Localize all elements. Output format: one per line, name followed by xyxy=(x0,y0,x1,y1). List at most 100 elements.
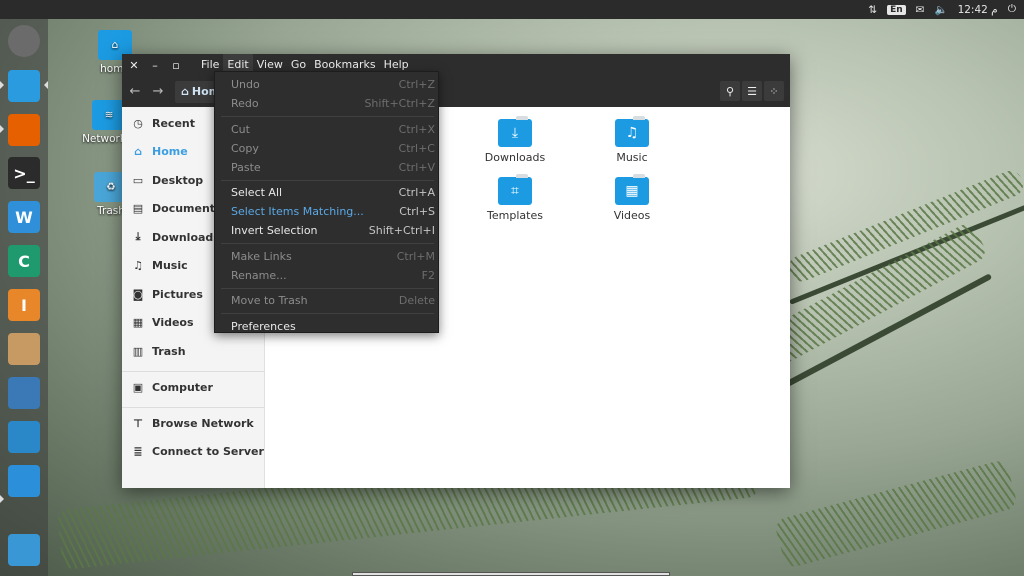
network-icon: ≋ xyxy=(92,100,126,130)
files-icon xyxy=(8,70,40,102)
bottom-panel-edge xyxy=(352,572,670,576)
menu-item-move-to-trash[interactable]: Move to Trash Delete xyxy=(215,291,440,310)
dock-item[interactable] xyxy=(6,463,42,499)
templates-folder-icon: ⌗ xyxy=(498,174,532,205)
language-indicator[interactable]: En xyxy=(887,4,906,15)
menu-item-invert-selection[interactable]: Invert Selection Shift+Ctrl+I xyxy=(215,221,440,240)
folder-item[interactable]: ♫ Music xyxy=(582,116,682,164)
folder-item[interactable]: ⤓ Downloads xyxy=(465,116,565,164)
package-installer-icon xyxy=(8,465,40,497)
menu-item-label: Undo xyxy=(231,78,260,91)
dock-running-indicator xyxy=(0,125,4,133)
sidebar-item-label: Videos xyxy=(152,316,194,329)
dock-item[interactable]: >_ xyxy=(6,155,42,191)
archive-icon xyxy=(8,333,40,365)
sidebar-item-label: Browse Network xyxy=(152,416,254,430)
power-icon[interactable]: ⏻ xyxy=(1008,3,1016,16)
folder-item[interactable]: ▦ Videos xyxy=(582,174,682,222)
sidebar-item-label: Downloads xyxy=(152,230,220,244)
menu-item-label: Select All xyxy=(231,186,283,199)
dock-item[interactable]: W xyxy=(6,199,42,235)
downloads-folder-icon: ⤓ xyxy=(498,116,532,147)
menu-item-label: Copy xyxy=(231,141,259,155)
sidebar-separator xyxy=(122,370,265,372)
menu-item-make-links[interactable]: Make Links Ctrl+M xyxy=(215,247,440,266)
menu-item-label: Cut xyxy=(231,122,250,136)
folder-label: Videos xyxy=(613,209,651,222)
music-folder-icon: ♫ xyxy=(615,116,649,147)
menu-separator xyxy=(221,313,434,314)
maximize-icon[interactable]: ▫ xyxy=(167,59,185,72)
desktop-icon: ▭ xyxy=(132,173,144,187)
close-icon[interactable]: ✕ xyxy=(125,59,143,72)
grid-view-icon[interactable]: ⁘ xyxy=(764,81,784,101)
menu-item-rename[interactable]: Rename... F2 xyxy=(215,266,440,285)
menu-separator xyxy=(221,179,434,181)
desktop-icon-label: Trash xyxy=(97,205,125,217)
terminal-icon: >_ xyxy=(8,157,40,189)
launcher-dock: >_ W C I xyxy=(0,19,48,576)
sidebar-item-trash[interactable]: ▥ Trash xyxy=(122,340,265,362)
menu-item-label: Paste xyxy=(231,160,261,174)
computer-icon: ▣ xyxy=(132,380,144,394)
menu-item-accelerator: Ctrl+S xyxy=(399,205,435,218)
folder-label: Music xyxy=(616,151,648,164)
sidebar-separator xyxy=(122,406,265,408)
mixer-icon xyxy=(8,421,40,453)
sidebar-item-label: Desktop xyxy=(152,173,204,187)
firefox-icon xyxy=(8,114,40,146)
sidebar-item-label: Music xyxy=(152,259,188,272)
network-icon: ⊤ xyxy=(132,416,144,430)
menu-item-redo[interactable]: Redo Shift+Ctrl+Z xyxy=(215,94,440,113)
dock-item[interactable]: C xyxy=(6,243,42,279)
download-icon: ⤓ xyxy=(135,230,141,243)
documents-icon: ▤ xyxy=(132,202,144,215)
menu-item-paste[interactable]: Paste Ctrl+V xyxy=(215,158,440,177)
sidebar-item-label: Pictures xyxy=(152,287,203,301)
clock-icon: ◷ xyxy=(133,116,143,130)
menu-item-undo[interactable]: Undo Ctrl+Z xyxy=(215,75,440,94)
menu-item-select-all[interactable]: Select All Ctrl+A xyxy=(215,183,440,202)
menu-item-label: Make Links xyxy=(231,249,292,263)
dock-item[interactable]: I xyxy=(6,287,42,323)
volume-icon[interactable]: 🔈 xyxy=(934,3,947,16)
folder-item[interactable]: ⌗ Templates xyxy=(465,174,565,222)
menu-item-preferences[interactable]: Preferences xyxy=(215,317,440,336)
menu-separator xyxy=(221,243,434,244)
edit-menu-dropdown: Undo Ctrl+Z Redo Shift+Ctrl+Z Cut Ctrl+X Copy C… xyxy=(214,71,439,333)
folder-label: Templates xyxy=(487,209,543,222)
clock[interactable]: 12:42 م xyxy=(958,4,998,16)
sidebar-item-label: Computer xyxy=(152,380,213,394)
menu-item-accelerator: Ctrl+M xyxy=(396,249,435,263)
list-view-icon[interactable]: ☰ xyxy=(742,81,762,101)
sidebar-item-label: Recent xyxy=(152,116,196,130)
dock-item[interactable] xyxy=(6,375,42,411)
sidebar-item-connect-to-server[interactable]: ≣ Connect to Server xyxy=(122,441,265,463)
minimize-icon[interactable]: – xyxy=(146,59,164,72)
back-arrow-icon[interactable]: ← xyxy=(125,82,145,102)
sidebar-item-label: Trash xyxy=(152,344,186,358)
dock-item[interactable] xyxy=(6,68,42,104)
videos-folder-icon: ▦ xyxy=(615,174,649,205)
menu-item-accelerator: Delete xyxy=(398,294,435,307)
menu-item-copy[interactable]: Copy Ctrl+C xyxy=(215,139,440,158)
sidebar-item-label: Home xyxy=(152,145,188,158)
sidebar-item-browse-network[interactable]: ⊤ Browse Network xyxy=(122,412,265,434)
sidebar-item-computer[interactable]: ▣ Computer xyxy=(122,376,265,398)
dock-item[interactable] xyxy=(6,23,42,59)
mail-icon[interactable]: ✉ xyxy=(916,4,925,16)
dock-running-indicator xyxy=(0,81,4,89)
dock-item[interactable] xyxy=(6,419,42,455)
network-transfer-icon[interactable]: ⇅ xyxy=(868,4,877,16)
search-icon[interactable]: ⚲ xyxy=(720,81,740,101)
forward-arrow-icon[interactable]: → xyxy=(148,82,168,102)
menu-item-select-items-matching[interactable]: Select Items Matching... Ctrl+S xyxy=(215,202,440,221)
camera-icon: ◙ xyxy=(132,287,144,301)
menu-item-cut[interactable]: Cut Ctrl+X xyxy=(215,120,440,139)
dock-item[interactable] xyxy=(6,112,42,148)
trash-icon: ▥ xyxy=(132,344,144,358)
menu-item-label: Redo xyxy=(231,97,259,110)
menu-item-label: Invert Selection xyxy=(231,224,318,237)
dock-item[interactable] xyxy=(6,331,42,367)
dock-item[interactable] xyxy=(6,532,42,568)
